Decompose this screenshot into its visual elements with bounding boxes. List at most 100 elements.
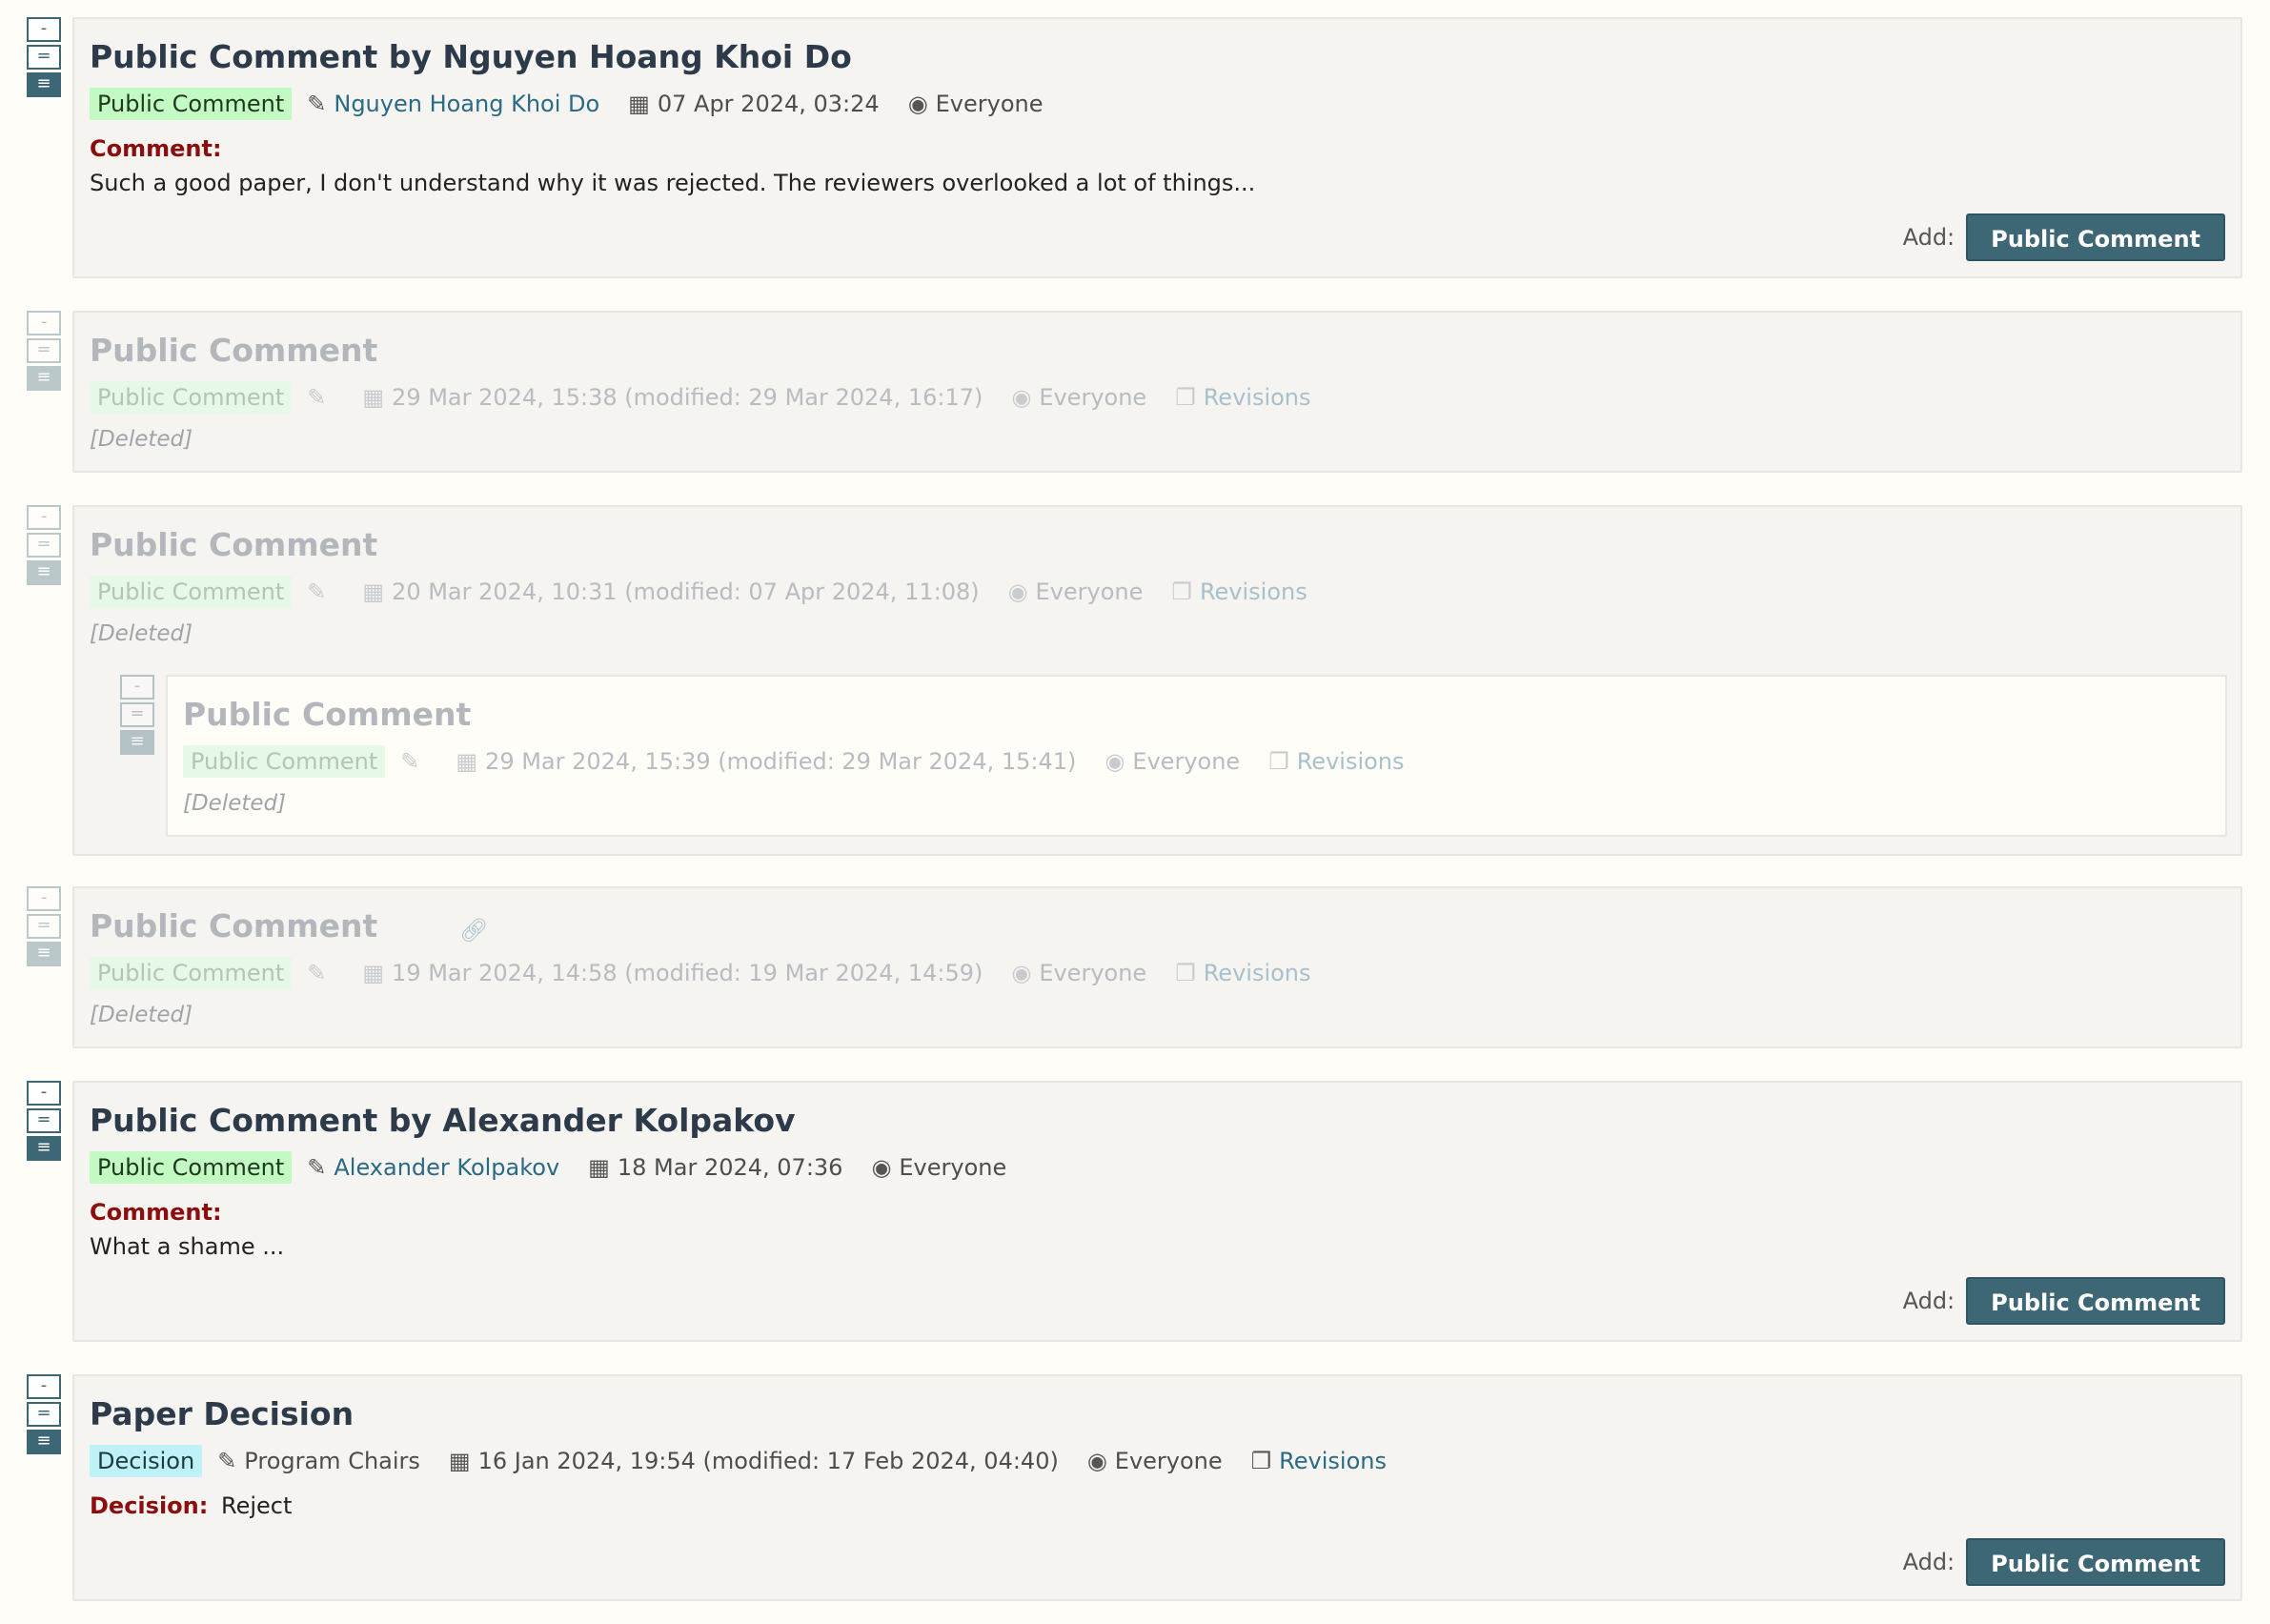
expand-button[interactable]: ≡ [27, 942, 61, 966]
pencil-icon: ✎ [400, 748, 420, 775]
collapse-button[interactable]: - [120, 675, 154, 700]
note-title: Paper Decision [90, 1395, 355, 1432]
partial-expand-button[interactable]: = [27, 1108, 61, 1133]
deleted-text: [Deleted] [90, 427, 193, 452]
partial-expand-button[interactable]: = [27, 45, 61, 70]
note-meta: Decision ✎ Program Chairs ▦ 16 Jan 2024, 1… [90, 1445, 1415, 1477]
note-card: Public Comment by Nguyen Hoang Khoi Do P… [72, 17, 2242, 278]
revisions-icon: ❐ [1268, 748, 1289, 775]
collapse-button[interactable]: - [27, 17, 61, 42]
partial-expand-button[interactable]: = [27, 533, 61, 558]
collapse-button[interactable]: - [27, 505, 61, 530]
revisions-link[interactable]: Revisions [1204, 960, 1311, 986]
pencil-icon: ✎ [307, 1154, 327, 1181]
add-label: Add: [1902, 224, 1956, 251]
add-label: Add: [1902, 1549, 1956, 1575]
collapse-controls[interactable]: - = ≡ [27, 886, 61, 969]
eye-icon: ◉ [1007, 579, 1028, 605]
add-label: Add: [1902, 1288, 1956, 1314]
deleted-text: [Deleted] [183, 791, 287, 816]
add-public-comment-button[interactable]: Public Comment [1966, 1538, 2225, 1586]
note-meta: Public Comment ✎ Nguyen Hoang Khoi Do ▦ 07… [90, 88, 1072, 120]
expand-button[interactable]: ≡ [27, 1430, 61, 1454]
eye-icon: ◉ [907, 91, 928, 117]
note-meta: Public Comment ✎ ▦ 20 Mar 2024, 10:31 (mo… [90, 576, 1336, 608]
visibility: Everyone [1035, 579, 1144, 605]
note-date: 07 Apr 2024, 03:24 [657, 91, 880, 117]
collapse-controls[interactable]: - = ≡ [27, 505, 61, 588]
note-date: 29 Mar 2024, 15:39 (modified: 29 Mar 202… [485, 748, 1077, 775]
eye-icon: ◉ [1011, 960, 1032, 986]
add-public-comment-button[interactable]: Public Comment [1966, 1277, 2225, 1325]
note-card: Public Comment 🔗︎ Public Comment ✎ ▦ 19 M… [72, 886, 2242, 1048]
field-label: Comment: [90, 1199, 222, 1226]
collapse-button[interactable]: - [27, 886, 61, 911]
expand-button[interactable]: ≡ [27, 560, 61, 585]
expand-button[interactable]: ≡ [27, 1136, 61, 1161]
invitation-badge: Public Comment [183, 745, 386, 778]
note-title: Public Comment [90, 332, 378, 369]
note-meta: Public Comment ✎ ▦ 29 Mar 2024, 15:39 (mo… [183, 745, 1433, 778]
expand-button[interactable]: ≡ [27, 72, 61, 97]
revisions-link[interactable]: Revisions [1204, 384, 1311, 411]
field-value: Such a good paper, I don't understand wh… [90, 170, 1256, 196]
expand-button[interactable]: ≡ [27, 366, 61, 391]
collapse-button[interactable]: - [27, 311, 61, 335]
note-title: Public Comment [90, 907, 378, 944]
calendar-icon: ▦ [362, 960, 385, 986]
invitation-badge: Decision [90, 1445, 203, 1477]
collapse-button[interactable]: - [27, 1081, 61, 1106]
collapse-controls[interactable]: - = ≡ [27, 17, 61, 100]
field-value: What a shame ... [90, 1233, 285, 1260]
expand-button[interactable]: ≡ [120, 730, 154, 755]
add-reply-row: Add: Public Comment [1903, 1538, 2225, 1586]
note-date: 20 Mar 2024, 10:31 (modified: 07 Apr 202… [392, 579, 980, 605]
note-meta: Public Comment ✎ Alexander Kolpakov ▦ 18 M… [90, 1151, 1035, 1184]
collapse-controls[interactable]: - = ≡ [27, 1081, 61, 1164]
author-link[interactable]: Alexander Kolpakov [334, 1154, 559, 1181]
calendar-icon: ▦ [628, 91, 650, 117]
collapse-controls[interactable]: - = ≡ [27, 1374, 61, 1457]
revisions-icon: ❐ [1250, 1448, 1272, 1474]
note-date: 19 Mar 2024, 14:58 (modified: 19 Mar 202… [392, 960, 983, 986]
collapse-controls[interactable]: - = ≡ [27, 311, 61, 394]
add-public-comment-button[interactable]: Public Comment [1966, 213, 2225, 261]
link-icon[interactable]: 🔗︎ [459, 917, 488, 944]
calendar-icon: ▦ [362, 384, 385, 411]
field-value: Reject [221, 1492, 293, 1519]
partial-expand-button[interactable]: = [27, 1402, 61, 1427]
deleted-text: [Deleted] [90, 621, 193, 646]
calendar-icon: ▦ [448, 1448, 471, 1474]
note-card: Public Comment Public Comment ✎ ▦ 29 Mar … [72, 311, 2242, 473]
author-link[interactable]: Nguyen Hoang Khoi Do [334, 91, 599, 117]
eye-icon: ◉ [871, 1154, 892, 1181]
revisions-link[interactable]: Revisions [1200, 579, 1307, 605]
pencil-icon: ✎ [307, 384, 327, 411]
invitation-badge: Public Comment [90, 381, 293, 414]
note-title: Public Comment by Nguyen Hoang Khoi Do [90, 38, 852, 75]
visibility: Everyone [1114, 1448, 1223, 1474]
eye-icon: ◉ [1105, 748, 1125, 775]
reply-note-card: Public Comment Public Comment ✎ ▦ 29 Mar … [166, 675, 2227, 837]
revisions-link[interactable]: Revisions [1297, 748, 1405, 775]
note-date: 29 Mar 2024, 15:38 (modified: 29 Mar 202… [392, 384, 983, 411]
collapse-controls[interactable]: - = ≡ [120, 675, 154, 758]
partial-expand-button[interactable]: = [27, 338, 61, 363]
note-title: Public Comment by Alexander Kolpakov [90, 1102, 796, 1139]
partial-expand-button[interactable]: = [27, 914, 61, 939]
invitation-badge: Public Comment [90, 1151, 293, 1184]
revisions-link[interactable]: Revisions [1279, 1448, 1387, 1474]
revisions-icon: ❐ [1171, 579, 1192, 605]
field-label: Comment: [90, 135, 222, 162]
partial-expand-button[interactable]: = [120, 702, 154, 727]
invitation-badge: Public Comment [90, 576, 293, 608]
note-date: 16 Jan 2024, 19:54 (modified: 17 Feb 202… [477, 1448, 1059, 1474]
collapse-button[interactable]: - [27, 1374, 61, 1399]
pencil-icon: ✎ [307, 91, 327, 117]
calendar-icon: ▦ [456, 748, 478, 775]
visibility: Everyone [899, 1154, 1007, 1181]
note-title: Public Comment [90, 526, 378, 563]
visibility: Everyone [1039, 960, 1147, 986]
visibility: Everyone [935, 91, 1044, 117]
deleted-text: [Deleted] [90, 1003, 193, 1027]
